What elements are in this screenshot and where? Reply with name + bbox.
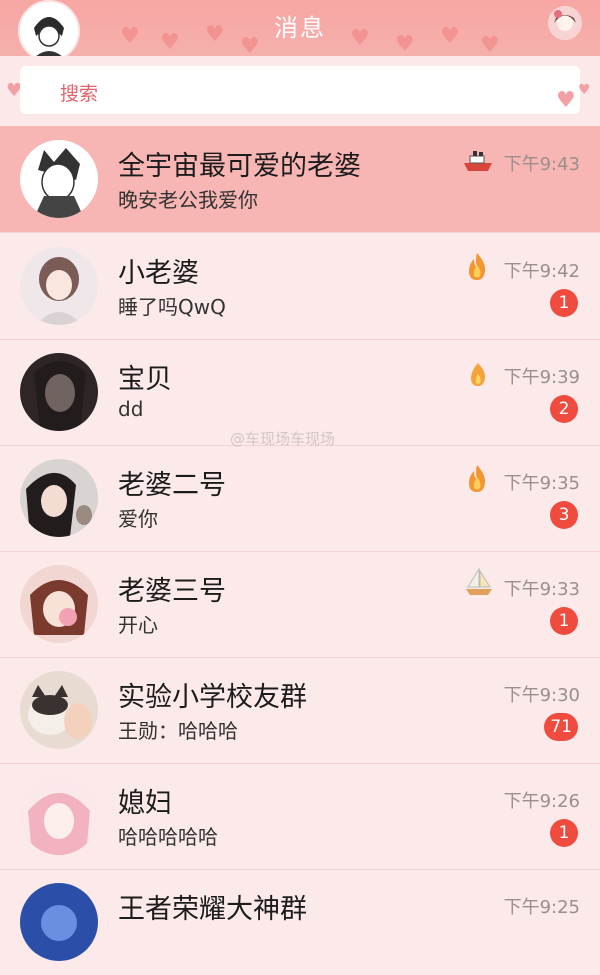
search-placeholder: 搜索 <box>60 83 99 105</box>
chat-row[interactable]: 媳妇 哈哈哈哈哈 下午9:26 1 <box>0 763 600 870</box>
ship-icon <box>462 150 494 176</box>
chat-last-message: 睡了吗QwQ <box>118 295 226 319</box>
avatar <box>20 140 98 218</box>
chat-name: 媳妇 <box>118 788 172 819</box>
chat-time: 下午9:43 <box>503 154 580 175</box>
chat-last-message: 爱你 <box>118 507 158 531</box>
chat-name: 全宇宙最可爱的老婆 <box>118 151 361 182</box>
chat-row[interactable]: 老婆二号 爱你 下午9:35 3 <box>0 445 600 552</box>
avatar <box>20 777 98 855</box>
avatar <box>20 459 98 537</box>
chat-time: 下午9:25 <box>503 897 580 918</box>
chat-time: 下午9:35 <box>503 473 580 494</box>
watermark: @车现场车现场 <box>230 430 336 448</box>
unread-badge: 3 <box>550 501 578 529</box>
chat-name: 小老婆 <box>118 258 199 289</box>
unread-badge: 1 <box>550 819 578 847</box>
chat-last-message: 晚安老公我爱你 <box>118 188 258 212</box>
search-area: ♥ ♥ 搜索 ♥ ♥ <box>0 56 600 122</box>
chat-name: 王者荣耀大神群 <box>118 894 307 925</box>
chat-time: 下午9:42 <box>503 261 580 282</box>
avatar <box>20 671 98 749</box>
unread-badge: 2 <box>550 395 578 423</box>
unread-badge: 1 <box>550 607 578 635</box>
chat-row[interactable]: 全宇宙最可爱的老婆 晚安老公我爱你 下午9:43 <box>0 126 600 233</box>
page-title: 消息 <box>274 14 326 42</box>
chat-name: 宝贝 <box>118 364 172 395</box>
chat-last-message: 王勋：哈哈哈 <box>118 719 238 743</box>
chat-row[interactable]: 王者荣耀大神群 下午9:25 <box>0 869 600 975</box>
chat-time: 下午9:33 <box>503 579 580 600</box>
chat-row[interactable]: 小老婆 睡了吗QwQ 下午9:42 1 <box>0 233 600 340</box>
chat-row[interactable]: 实验小学校友群 王勋：哈哈哈 下午9:30 71 <box>0 657 600 764</box>
header-bar: ♥ ♥ ♥ ♥ ♥ ♥ ♥ ♥ 消息 <box>0 0 600 56</box>
heart-deco-icon: ♥ <box>556 88 576 113</box>
chat-name: 实验小学校友群 <box>118 682 307 713</box>
unread-badge: 71 <box>544 713 578 741</box>
fire-icon <box>464 463 490 497</box>
avatar <box>20 247 98 325</box>
heart-deco-icon: ♥ <box>578 82 591 98</box>
avatar <box>20 565 98 643</box>
search-input[interactable]: 搜索 <box>20 66 580 114</box>
chat-name: 老婆三号 <box>118 576 226 607</box>
chat-time: 下午9:39 <box>503 367 580 388</box>
avatar <box>20 353 98 431</box>
sailboat-icon <box>464 567 494 601</box>
chat-last-message: 开心 <box>118 613 158 637</box>
chat-time: 下午9:26 <box>503 791 580 812</box>
chat-last-message: dd <box>118 397 144 421</box>
fire-icon <box>464 251 490 285</box>
friend-avatar-shortcut[interactable] <box>548 6 582 40</box>
chat-row[interactable]: 老婆三号 开心 下午9:33 1 <box>0 551 600 658</box>
unread-badge: 1 <box>550 289 578 317</box>
avatar <box>20 883 98 961</box>
chat-last-message: 哈哈哈哈哈 <box>118 825 218 849</box>
chat-time: 下午9:30 <box>503 685 580 706</box>
chat-name: 老婆二号 <box>118 470 226 501</box>
small-flame-icon <box>468 361 488 391</box>
